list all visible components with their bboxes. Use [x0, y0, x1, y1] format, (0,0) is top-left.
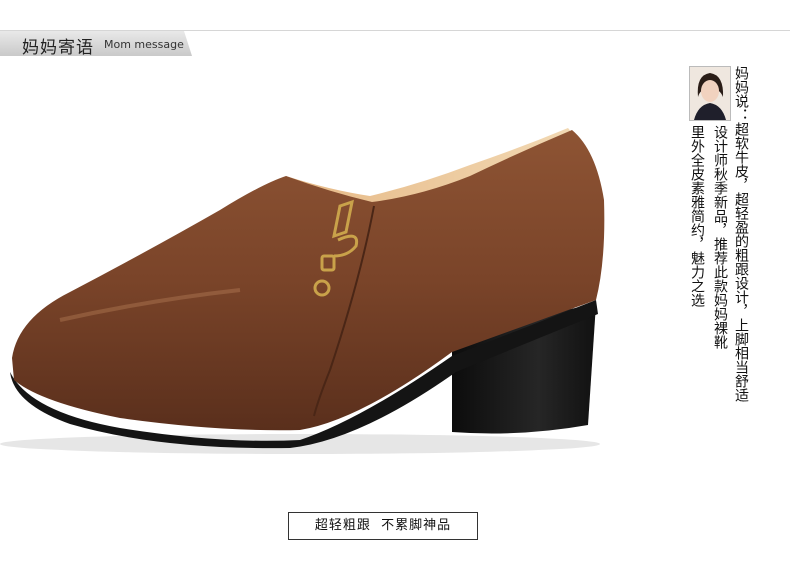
mom-message-line-2: 设计师秋季新品，推荐此款妈妈裸靴 [712, 125, 728, 349]
product-caption: 超轻粗跟 不累脚神品 [288, 512, 478, 540]
mom-message-line-1: 妈妈说：超软牛皮，超轻盈的粗跟设计，上脚相当舒适 [733, 66, 749, 402]
shoe-product-image [0, 128, 605, 454]
mom-message-line-3: 里外全皮素雅简约，魅力之选 [689, 125, 705, 307]
mom-avatar [689, 66, 731, 121]
